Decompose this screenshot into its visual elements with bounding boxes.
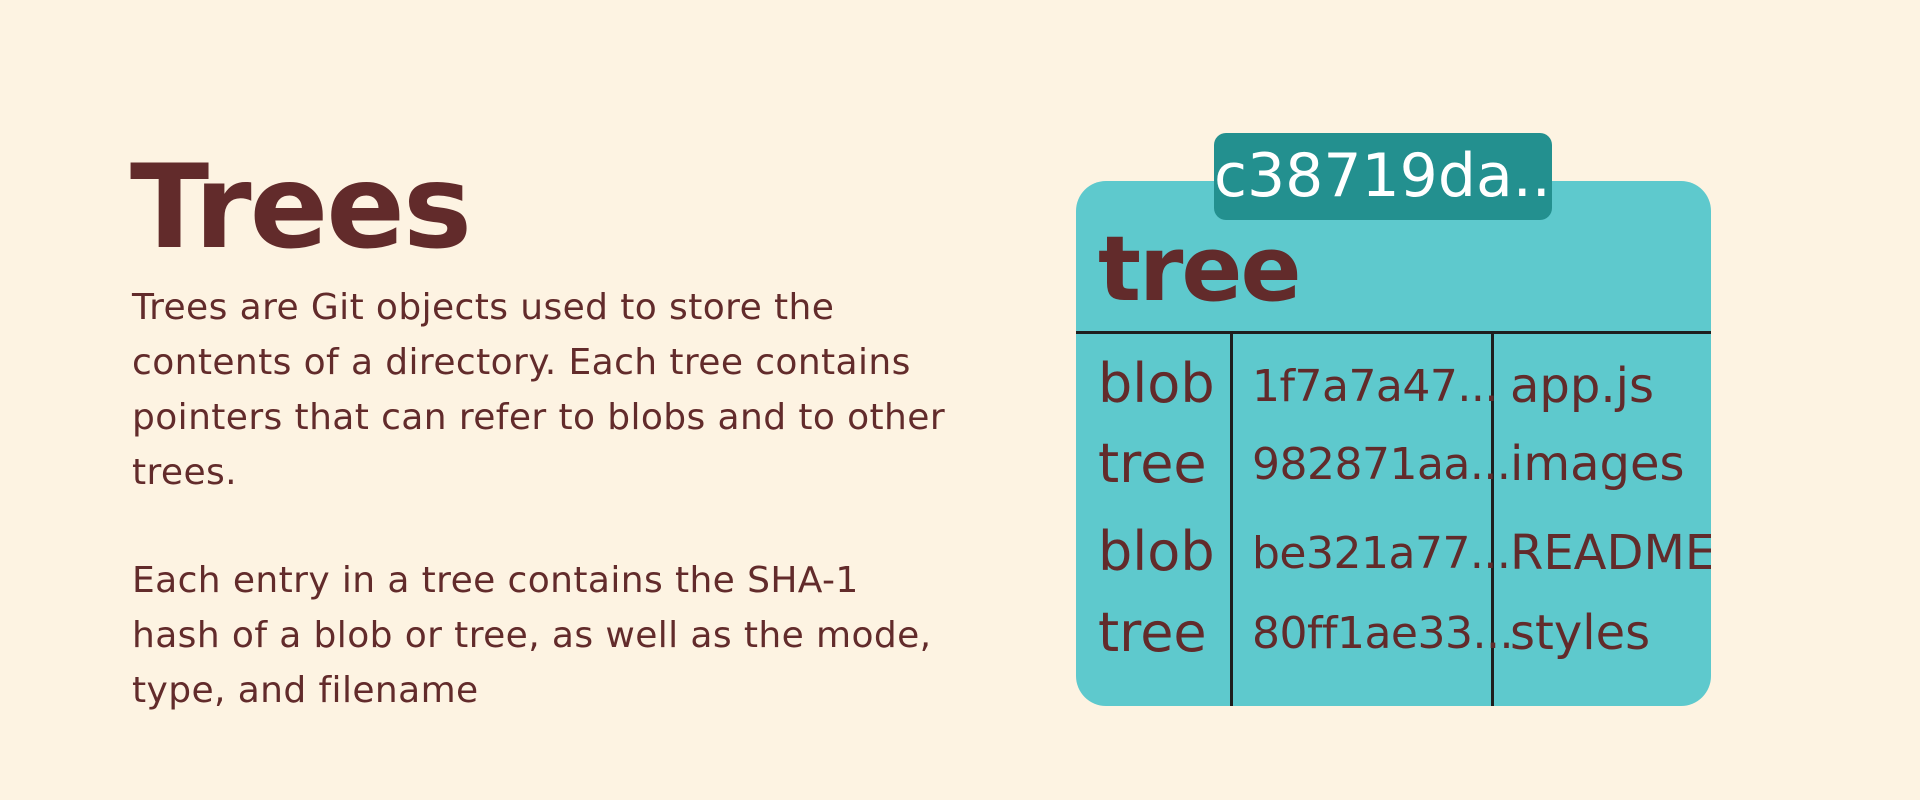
entry-hash: 80ff1ae33... bbox=[1252, 608, 1513, 659]
entry-hash: 982871aa... bbox=[1252, 439, 1511, 490]
entry-type: tree bbox=[1098, 432, 1207, 495]
description-paragraph-1: Trees are Git objects used to store the … bbox=[132, 287, 946, 493]
entry-type: blob bbox=[1098, 352, 1215, 415]
column-divider-1 bbox=[1230, 333, 1233, 706]
tree-object-card: tree blob 1f7a7a47... app.js tree 982871… bbox=[1076, 181, 1711, 706]
entry-type: blob bbox=[1098, 520, 1215, 583]
entry-name: app.js bbox=[1510, 358, 1654, 414]
entry-hash: 1f7a7a47... bbox=[1252, 361, 1498, 412]
entry-type: tree bbox=[1098, 601, 1207, 664]
object-hash-tab: c38719da... bbox=[1214, 133, 1552, 220]
entry-name: images bbox=[1510, 436, 1685, 492]
entry-name: styles bbox=[1510, 605, 1651, 661]
slide-title: Trees bbox=[130, 140, 472, 275]
entry-hash: be321a77... bbox=[1252, 528, 1511, 579]
entry-name: README bbox=[1510, 525, 1711, 581]
header-divider bbox=[1076, 331, 1711, 334]
description-paragraph-2: Each entry in a tree contains the SHA-1 … bbox=[132, 560, 932, 711]
object-type-label: tree bbox=[1098, 217, 1301, 322]
